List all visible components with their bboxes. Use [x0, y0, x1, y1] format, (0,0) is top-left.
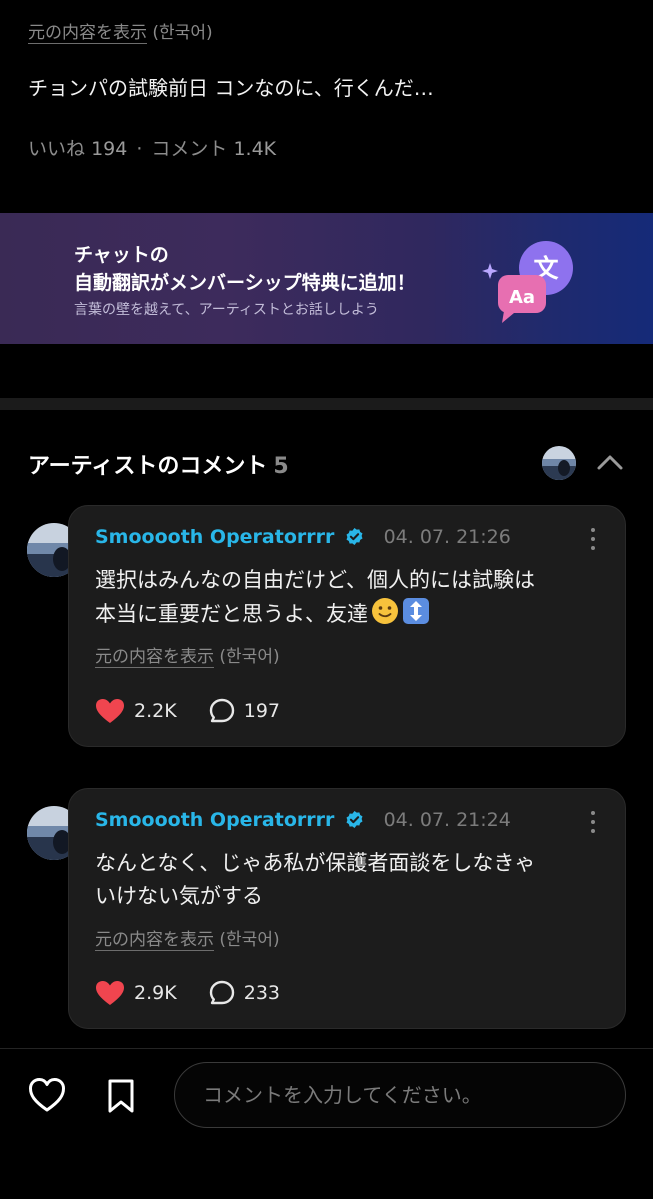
post-show-original-link[interactable]: 元の内容を表示 — [28, 23, 147, 43]
comment-author-name[interactable]: Smooooth Operatorrrr — [95, 526, 334, 548]
likes-count: 194 — [91, 138, 128, 160]
artist-avatar-image — [542, 446, 576, 480]
like-count: 2.9K — [134, 982, 177, 1004]
artist-comments-title-text: アーティストのコメント — [28, 454, 268, 479]
comment-text: 選択はみんなの自由だけど、個人的には試験は 本当に重要だと思うよ、友達 — [95, 564, 605, 631]
verified-badge-icon — [346, 810, 363, 829]
stats-separator: · — [136, 138, 143, 160]
comment-text-line2: いけない気がする — [95, 884, 263, 908]
comment-timestamp: 04. 07. 21:26 — [383, 526, 511, 548]
post-stats: いいね 194 · コメント 1.4K — [28, 134, 276, 161]
heart-filled-icon — [96, 981, 124, 1005]
more-options-icon[interactable] — [589, 528, 597, 554]
like-button[interactable]: 2.2K — [95, 698, 177, 724]
verified-badge-icon — [346, 527, 363, 546]
comment-card: Smooooth Operatorrrr 04. 07. 21:26 選択はみん… — [68, 505, 626, 747]
comments-count: 1.4K — [233, 138, 277, 160]
comment-header: Smooooth Operatorrrr 04. 07. 21:26 — [95, 526, 511, 554]
up-down-arrow-icon — [403, 598, 429, 624]
post-original-language: (한국어) — [152, 23, 213, 43]
post-text: チョンパの試験前日 コンなのに、行くんだ… — [28, 76, 434, 100]
comment-show-original: 元の内容を表示 (한국어) — [95, 925, 280, 950]
post-show-original: 元の内容を表示 (한국어) — [28, 18, 213, 43]
likes-label: いいね — [28, 138, 86, 160]
artist-comments-header: アーティストのコメント 5 — [28, 446, 628, 480]
artist-comments-count: 5 — [273, 454, 289, 479]
reply-button[interactable]: 233 — [209, 980, 280, 1006]
comment-card: Smooooth Operatorrrr 04. 07. 21:24 なんとなく… — [68, 788, 626, 1029]
bookmark-icon[interactable] — [104, 1078, 138, 1114]
artist-comments-title: アーティストのコメント 5 — [28, 448, 289, 480]
comment-show-original-link[interactable]: 元の内容を表示 — [95, 930, 214, 950]
reply-count: 233 — [243, 982, 280, 1004]
heart-filled-icon — [96, 699, 124, 723]
comment-input[interactable] — [174, 1062, 626, 1128]
banner-title-line2: 自動翻訳がメンバーシップ特典に追加！ — [74, 272, 416, 294]
comment-text-line2-text: 本当に重要だと思うよ、友達 — [95, 602, 368, 626]
comment-author-name[interactable]: Smooooth Operatorrrr — [95, 809, 334, 831]
artist-avatar[interactable] — [542, 446, 576, 480]
heart-outline-icon[interactable] — [28, 1077, 66, 1113]
comment-timestamp: 04. 07. 21:24 — [383, 809, 511, 831]
translation-chat-icon: 文 Aa — [482, 241, 573, 323]
comment-text-line1: なんとなく、じゃあ私が保護者面談をしなきゃ — [95, 851, 536, 875]
comment-text-line1: 選択はみんなの自由だけど、個人的には試験は — [95, 568, 535, 592]
speech-bubble-icon — [209, 980, 234, 1005]
comment-actions: 2.2K 197 — [95, 698, 306, 728]
banner-icon-text-2: Aa — [509, 287, 535, 308]
comment-header: Smooooth Operatorrrr 04. 07. 21:24 — [95, 809, 511, 837]
more-options-icon[interactable] — [589, 811, 597, 837]
bottom-action-bar — [0, 1049, 653, 1199]
banner-title-line1: チャットの — [74, 244, 169, 266]
comment-text: なんとなく、じゃあ私が保護者面談をしなきゃ いけない気がする — [95, 847, 605, 913]
speech-bubble-icon — [209, 698, 234, 723]
chevron-up-icon[interactable] — [594, 448, 626, 478]
comments-label: コメント — [151, 138, 228, 160]
comment-actions: 2.9K 233 — [95, 980, 306, 1010]
like-count: 2.2K — [134, 700, 177, 722]
reply-button[interactable]: 197 — [209, 698, 280, 724]
comment-show-original-link[interactable]: 元の内容を表示 — [95, 647, 214, 667]
slightly-smiling-face-icon — [372, 598, 398, 624]
comment-show-original: 元の内容を表示 (한국어) — [95, 642, 280, 667]
comment-original-language: (한국어) — [219, 647, 280, 667]
banner-subtitle: 言葉の壁を越えて、アーティストとお話ししよう — [74, 302, 379, 318]
section-divider — [0, 398, 653, 410]
comment-original-language: (한국어) — [219, 930, 280, 950]
banner-title: チャットの 自動翻訳がメンバーシップ特典に追加！ — [74, 241, 416, 297]
comment-text-line2: 本当に重要だと思うよ、友達 — [95, 597, 605, 631]
post-header: 元の内容を表示 (한국어) チョンパの試験前日 コンなのに、行くんだ… いいね … — [0, 0, 653, 200]
membership-translation-banner[interactable]: チャットの 自動翻訳がメンバーシップ特典に追加！ 言葉の壁を越えて、アーティスト… — [0, 213, 653, 344]
reply-count: 197 — [243, 700, 280, 722]
like-button[interactable]: 2.9K — [95, 980, 177, 1006]
